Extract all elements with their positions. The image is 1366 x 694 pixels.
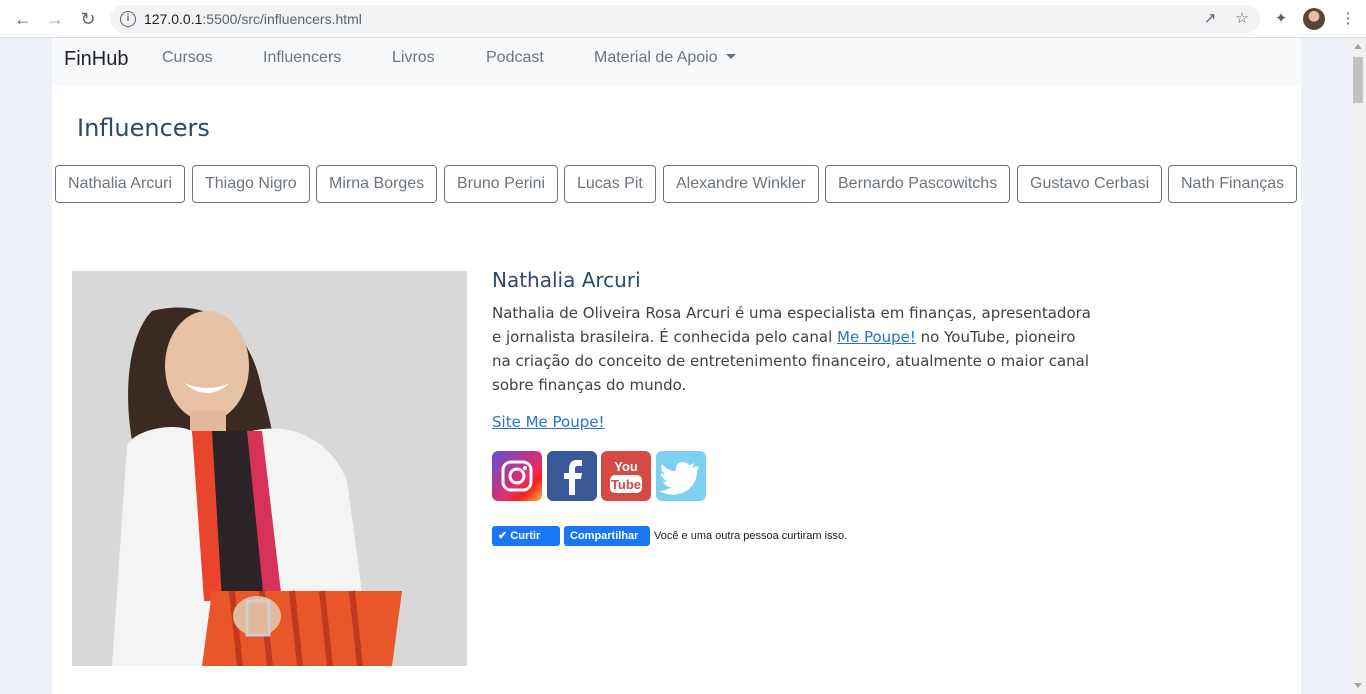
scrollbar-thumb[interactable] xyxy=(1353,57,1363,103)
navbar: FinHub Cursos Influencers Livros Podcast… xyxy=(52,38,1301,86)
filter-alexandre-winkler[interactable]: Alexandre Winkler xyxy=(663,165,819,203)
svg-text:Tube: Tube xyxy=(611,477,641,492)
site-info-icon[interactable]: i xyxy=(120,11,136,27)
like-button[interactable]: ✔ Curtir xyxy=(492,526,560,546)
address-bar[interactable]: i 127.0.0.1:5500/src/influencers.html ↗ … xyxy=(110,5,1260,33)
page-scrollbar[interactable] xyxy=(1350,38,1366,694)
url-host: 127.0.0.1 xyxy=(144,11,203,27)
share-page-icon[interactable]: ↗ xyxy=(1200,9,1220,29)
facebook-icon[interactable] xyxy=(547,451,597,501)
extensions-icon[interactable]: ✦ xyxy=(1271,9,1291,29)
filter-thiago-nigro[interactable]: Thiago Nigro xyxy=(192,165,310,203)
url-text: 127.0.0.1:5500/src/influencers.html xyxy=(144,11,362,27)
menu-dots-icon[interactable]: ⋮ xyxy=(1338,9,1358,29)
influencer-profile: Nathalia Arcuri Nathalia de Oliveira Ros… xyxy=(492,268,1092,431)
nav-material-de-apoio[interactable]: Material de Apoio xyxy=(594,49,736,67)
like-count-text: Você e uma outra pessoa curtiram isso. xyxy=(654,530,848,542)
influencer-name: Nathalia Arcuri xyxy=(492,268,641,292)
svg-text:You: You xyxy=(614,459,638,474)
nav-influencers[interactable]: Influencers xyxy=(263,49,341,67)
filter-nath-financas[interactable]: Nath Finanças xyxy=(1168,165,1298,203)
filter-gustavo-cerbasi[interactable]: Gustavo Cerbasi xyxy=(1017,165,1163,203)
scroll-down-icon[interactable] xyxy=(1354,683,1362,688)
url-path: :5500/src/influencers.html xyxy=(202,11,362,27)
check-icon: ✔ xyxy=(498,530,511,542)
youtube-icon[interactable]: You Tube xyxy=(601,451,651,501)
scroll-up-icon[interactable] xyxy=(1354,44,1362,49)
influencer-bio: Nathalia de Oliveira Rosa Arcuri é uma e… xyxy=(492,301,1092,397)
browser-toolbar: ← → ↻ i 127.0.0.1:5500/src/influencers.h… xyxy=(0,0,1366,38)
nav-livros[interactable]: Livros xyxy=(392,49,435,67)
twitter-icon[interactable] xyxy=(656,451,706,501)
portrait-illustration xyxy=(72,271,467,666)
filter-mirna-borges[interactable]: Mirna Borges xyxy=(316,165,438,203)
share-button[interactable]: Compartilhar xyxy=(564,526,650,546)
me-poupe-youtube-link[interactable]: Me Poupe! xyxy=(837,328,916,346)
back-icon[interactable]: ← xyxy=(13,9,33,29)
influencer-photo xyxy=(72,271,467,666)
profile-avatar[interactable] xyxy=(1303,8,1325,30)
like-button-label: Curtir xyxy=(510,530,541,542)
page-title: Influencers xyxy=(77,114,210,142)
site-me-poupe-link[interactable]: Site Me Poupe! xyxy=(492,413,1092,431)
filter-bernardo-pascowitchs[interactable]: Bernardo Pascowitchs xyxy=(825,165,1011,203)
nav-material-label: Material de Apoio xyxy=(594,49,718,66)
bookmark-star-icon[interactable]: ☆ xyxy=(1232,9,1252,29)
page-viewport: FinHub Cursos Influencers Livros Podcast… xyxy=(0,38,1350,694)
page-container: FinHub Cursos Influencers Livros Podcast… xyxy=(52,38,1301,694)
nav-podcast[interactable]: Podcast xyxy=(486,49,544,67)
nav-cursos[interactable]: Cursos xyxy=(162,49,213,67)
filter-nathalia-arcuri[interactable]: Nathalia Arcuri xyxy=(55,165,186,203)
brand-logo[interactable]: FinHub xyxy=(64,48,128,71)
forward-icon[interactable]: → xyxy=(45,9,65,29)
chevron-down-icon xyxy=(725,54,736,59)
filter-bruno-perini[interactable]: Bruno Perini xyxy=(444,165,559,203)
instagram-icon[interactable] xyxy=(492,451,542,501)
reload-icon[interactable]: ↻ xyxy=(78,9,98,29)
filter-lucas-pit[interactable]: Lucas Pit xyxy=(564,165,656,203)
